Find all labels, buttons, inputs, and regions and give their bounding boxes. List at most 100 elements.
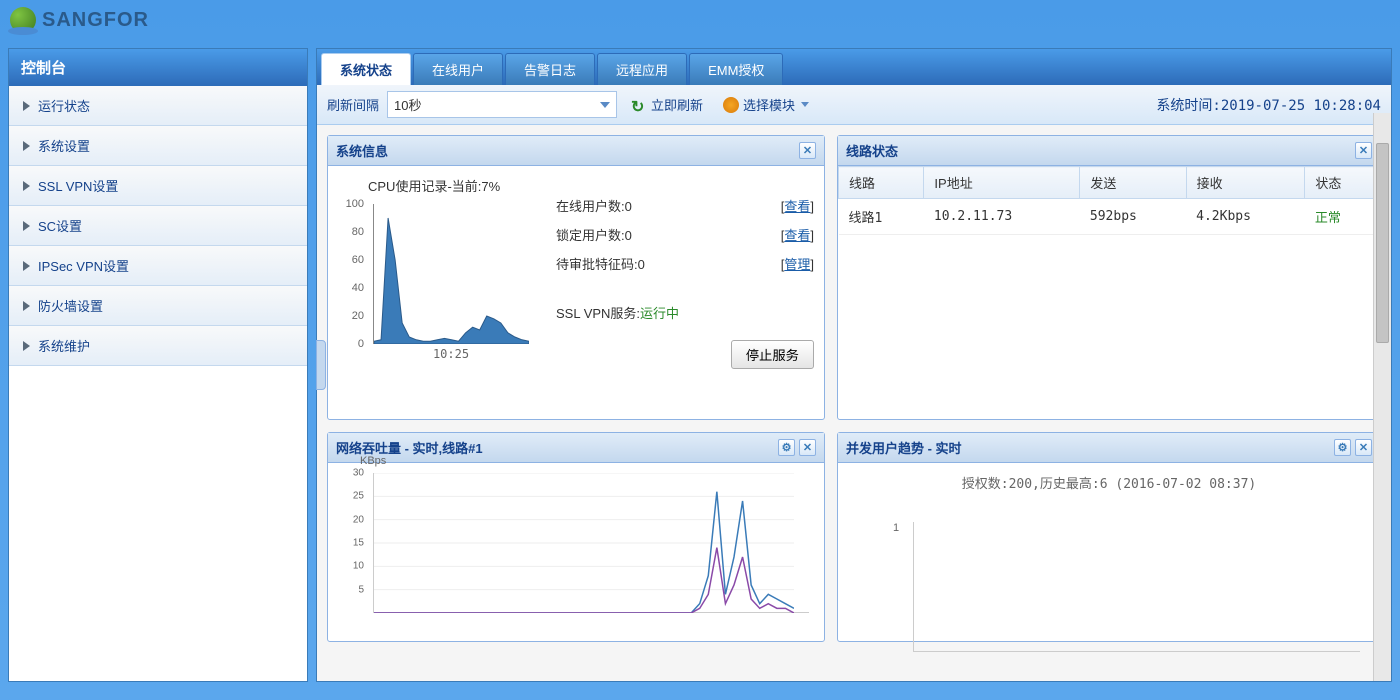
panel-header: 线路状态 ✕ xyxy=(838,136,1380,166)
online-users-value: 0 xyxy=(625,199,632,214)
pending-codes-value: 0 xyxy=(638,257,645,272)
tab-2[interactable]: 告警日志 xyxy=(505,53,595,85)
panel-throughput: 网络吞吐量 - 实时,线路#1 ⚙ ✕ KBps 51015202530 xyxy=(327,432,825,642)
module-icon xyxy=(723,97,739,113)
user-y-tick: 1 xyxy=(893,522,899,534)
locked-users-label: 锁定用户数: xyxy=(556,228,625,243)
y-tick: 40 xyxy=(352,282,364,294)
stop-service-button[interactable]: 停止服务 xyxy=(731,340,814,369)
sidebar-item-6[interactable]: 系统维护 xyxy=(9,326,307,366)
sidebar-collapse-handle[interactable] xyxy=(316,340,326,390)
sidebar-item-label: 系统设置 xyxy=(38,136,90,155)
user-trend-subtitle: 授权数:200,历史最高:6 (2016-07-02 08:37) xyxy=(848,473,1370,492)
close-icon[interactable]: ✕ xyxy=(799,142,816,159)
sidebar-item-label: SSL VPN设置 xyxy=(38,176,118,195)
main-container: 控制台 运行状态系统设置 SSL VPN设置 SC设置 IPSec VPN设置防火墙设… xyxy=(0,40,1400,690)
refresh-interval-value: 10秒 xyxy=(394,95,421,114)
pending-codes-label: 待审批特征码: xyxy=(556,257,638,272)
y-tick: 20 xyxy=(352,310,364,322)
select-module-button[interactable]: 选择模块 xyxy=(717,93,815,116)
sidebar-item-4[interactable]: IPSec VPN设置 xyxy=(9,246,307,286)
tab-bar: 系统状态在线用户告警日志远程应用EMM授权 xyxy=(317,49,1391,85)
sidebar: 控制台 运行状态系统设置 SSL VPN设置 SC设置 IPSec VPN设置防火墙设… xyxy=(8,48,308,682)
gear-icon[interactable]: ⚙ xyxy=(1334,439,1351,456)
panel-header: 并发用户趋势 - 实时 ⚙ ✕ xyxy=(838,433,1380,463)
panel-body: 授权数:200,历史最高:6 (2016-07-02 08:37) 1 xyxy=(838,463,1380,662)
triangle-right-icon xyxy=(23,301,30,311)
tab-4[interactable]: EMM授权 xyxy=(689,53,783,85)
sidebar-item-label: 防火墙设置 xyxy=(38,296,103,315)
toolbar: 刷新间隔 10秒 立即刷新 选择模块 系统时间:2019-07-25 10:28… xyxy=(317,85,1391,125)
table-header: 接收 xyxy=(1186,167,1305,199)
refresh-now-label: 立即刷新 xyxy=(651,95,703,114)
y-tick: 10 xyxy=(353,561,364,572)
panel-system-info: 系统信息 ✕ CPU使用记录-当前:7% 020406080100 xyxy=(327,135,825,420)
panel-body: CPU使用记录-当前:7% 020406080100 10:25 xyxy=(328,166,824,419)
triangle-right-icon xyxy=(23,141,30,151)
y-tick: 100 xyxy=(346,198,364,210)
panel-body: KBps 51015202530 xyxy=(328,463,824,641)
y-tick: 25 xyxy=(353,491,364,502)
dashboard-row-1: 系统信息 ✕ CPU使用记录-当前:7% 020406080100 xyxy=(327,135,1381,420)
vpn-service-status: 运行中 xyxy=(640,306,679,321)
chevron-down-icon xyxy=(600,102,610,108)
y-tick: 15 xyxy=(353,538,364,549)
panel-user-trend: 并发用户趋势 - 实时 ⚙ ✕ 授权数:200,历史最高:6 (2016-07-… xyxy=(837,432,1381,642)
triangle-right-icon xyxy=(23,221,30,231)
sidebar-item-5[interactable]: 防火墙设置 xyxy=(9,286,307,326)
table-header: 发送 xyxy=(1080,167,1186,199)
manage-codes-link[interactable]: 管理 xyxy=(784,257,810,272)
tab-3[interactable]: 远程应用 xyxy=(597,53,687,85)
sidebar-item-label: 系统维护 xyxy=(38,336,90,355)
panel-header: 系统信息 ✕ xyxy=(328,136,824,166)
panel-title: 线路状态 xyxy=(846,141,898,160)
triangle-right-icon xyxy=(23,181,30,191)
sidebar-item-0[interactable]: 运行状态 xyxy=(9,86,307,126)
sidebar-item-label: SC设置 xyxy=(38,216,82,235)
logo-icon xyxy=(10,7,36,33)
dashboard-row-2: 网络吞吐量 - 实时,线路#1 ⚙ ✕ KBps 51015202530 xyxy=(327,432,1381,642)
select-module-label: 选择模块 xyxy=(743,95,795,114)
gear-icon[interactable]: ⚙ xyxy=(778,439,795,456)
close-icon[interactable]: ✕ xyxy=(1355,439,1372,456)
cpu-x-label: 10:25 xyxy=(433,347,469,361)
triangle-right-icon xyxy=(23,261,30,271)
time-label: 系统时间: xyxy=(1156,98,1220,114)
table-header: 状态 xyxy=(1305,167,1380,199)
close-icon[interactable]: ✕ xyxy=(1355,142,1372,159)
cpu-plot-area: 10:25 xyxy=(373,204,528,344)
panel-title: 网络吞吐量 - 实时,线路#1 xyxy=(336,438,483,457)
sidebar-item-1[interactable]: 系统设置 xyxy=(9,126,307,166)
cpu-chart: CPU使用记录-当前:7% 020406080100 10:25 xyxy=(338,176,538,369)
cpu-label-prefix: CPU使用记录-当前: xyxy=(368,179,481,194)
close-icon[interactable]: ✕ xyxy=(799,439,816,456)
table-row[interactable]: 线路110.2.11.73592bps4.2Kbps正常 xyxy=(839,199,1380,235)
triangle-right-icon xyxy=(23,101,30,111)
refresh-interval-select[interactable]: 10秒 xyxy=(387,91,617,118)
triangle-right-icon xyxy=(23,341,30,351)
tab-1[interactable]: 在线用户 xyxy=(413,53,503,85)
scrollbar[interactable] xyxy=(1373,113,1391,681)
sidebar-item-3[interactable]: SC设置 xyxy=(9,206,307,246)
vpn-service-label: SSL VPN服务: xyxy=(556,306,640,321)
sidebar-item-label: IPSec VPN设置 xyxy=(38,256,129,275)
system-time: 系统时间:2019-07-25 10:28:04 xyxy=(1156,95,1381,115)
time-value: 2019-07-25 10:28:04 xyxy=(1221,98,1381,114)
user-trend-plot-area xyxy=(913,522,1360,652)
y-tick: 80 xyxy=(352,226,364,238)
view-online-users-link[interactable]: 查看 xyxy=(784,199,810,214)
refresh-now-button[interactable]: 立即刷新 xyxy=(625,93,709,116)
y-tick: 60 xyxy=(352,254,364,266)
y-tick: 5 xyxy=(358,584,364,595)
logo: SANGFOR xyxy=(10,7,149,33)
throughput-plot-area xyxy=(373,473,809,613)
tab-0[interactable]: 系统状态 xyxy=(321,53,411,85)
y-tick: 0 xyxy=(358,338,364,350)
sidebar-title: 控制台 xyxy=(9,49,307,86)
scroll-thumb[interactable] xyxy=(1376,143,1389,343)
refresh-interval-label: 刷新间隔 xyxy=(327,95,379,114)
online-users-label: 在线用户数: xyxy=(556,199,625,214)
logo-text: SANGFOR xyxy=(42,9,149,32)
sidebar-item-2[interactable]: SSL VPN设置 xyxy=(9,166,307,206)
view-locked-users-link[interactable]: 查看 xyxy=(784,228,810,243)
